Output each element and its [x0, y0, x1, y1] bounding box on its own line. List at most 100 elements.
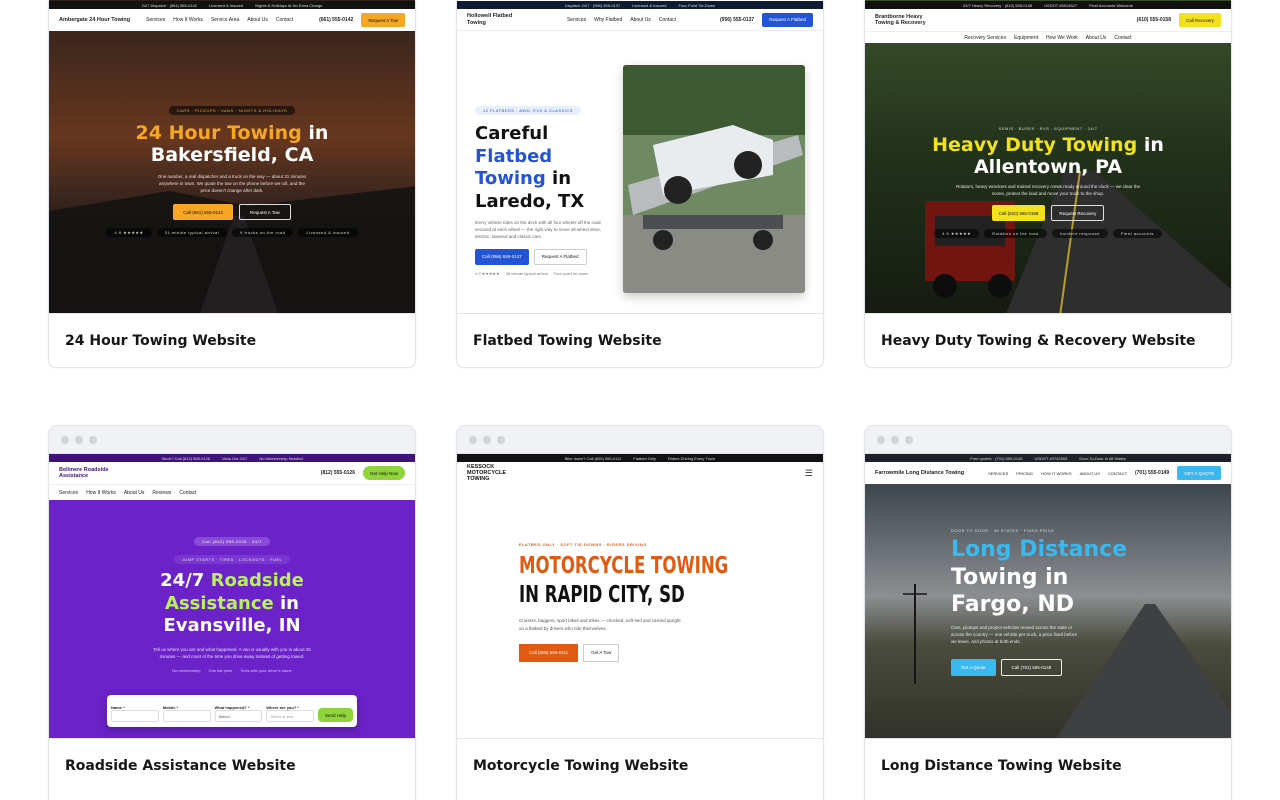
get-tow-button[interactable]: Get A Tow [583, 643, 620, 662]
phone-number[interactable]: (956) 555-0137 [720, 17, 754, 23]
topbar-item: 24/7 Dispatch · (661) 555-0142 [141, 2, 197, 8]
site-logo: Bellmere Roadside Assistance [59, 466, 109, 479]
name-field[interactable] [111, 710, 159, 722]
card-title[interactable]: Motorcycle Towing Website [457, 738, 823, 792]
hero-body: Cars, pickups and project vehicles moved… [951, 624, 1078, 644]
phone-number[interactable]: (661) 555-0142 [319, 17, 353, 23]
nav-item[interactable]: How We Work [1046, 35, 1078, 41]
headline-text: in [1143, 134, 1164, 156]
template-card-long-distance-towing[interactable]: Free quotes · (701) 555-0149 USDOT #3742… [864, 425, 1232, 800]
card-title[interactable]: 24 Hour Towing Website [49, 313, 415, 367]
topbar-item: Licensed & Insured [632, 2, 667, 8]
nav-item[interactable]: CONTACT [1108, 471, 1127, 476]
nav-item[interactable]: Why Flatbed [594, 17, 622, 23]
request-recovery-button[interactable]: Request Recovery [1051, 205, 1105, 222]
phone-number[interactable]: (701) 555-0149 [1135, 470, 1169, 476]
topbar-item: No Membership Needed [259, 455, 303, 461]
headline-text: in [279, 592, 299, 614]
call-button[interactable]: Call (610) 555-0158 [991, 205, 1046, 222]
headline-accent: MOTORCYCLE TOWING [519, 553, 729, 579]
nav-item[interactable]: Services [146, 17, 165, 23]
hero-pill: 12 FLATBEDS · AWD, EVS & CLASSICS [475, 106, 581, 115]
topbar-item: Four-Point Tie-Down [678, 2, 716, 8]
topbar-item: Bike down? Call (605) 555-0111 [564, 455, 622, 461]
hero-eyebrow: FLATBED ONLY · SOFT TIE-DOWNS · RIDERS D… [519, 542, 647, 547]
get-help-button[interactable]: Get Help Now [362, 466, 405, 480]
card-title[interactable]: Flatbed Towing Website [457, 313, 823, 367]
nav-item[interactable]: About Us [1086, 35, 1107, 41]
hero-pill: JUMP STARTS · TIRES · LOCKOUTS · FUEL [173, 555, 291, 564]
phone-number[interactable]: (812) 555-0126 [321, 470, 355, 476]
hero-eyebrow: DOOR TO DOOR · 48 STATES · FIXED PRICE [951, 528, 1055, 533]
nav-item[interactable]: Service Area [211, 17, 239, 23]
nav-item[interactable]: How It Works [86, 490, 116, 496]
stat-badge: Fleet accounts [1112, 229, 1162, 239]
get-quote-button[interactable]: GET A QUOTE [1177, 466, 1222, 480]
stat-badge: 31 minute typical arrival [156, 228, 228, 238]
request-flatbed-button[interactable]: Request A Flatbed [762, 12, 813, 27]
request-tow-button[interactable]: Request A Tow [361, 13, 405, 27]
card-title[interactable]: Heavy Duty Towing & Recovery Website [865, 313, 1231, 367]
headline-accent: Roadside [210, 570, 304, 591]
template-card-motorcycle-towing[interactable]: Bike down? Call (605) 555-0111 Flatbed O… [456, 425, 824, 800]
stat-badge: 9 trucks on the road [232, 228, 294, 238]
request-tow-secondary-button[interactable]: Request A Tow [239, 204, 291, 221]
hero-body: Tell us where you are and what happened.… [153, 646, 311, 659]
stat-text: Four-point tie-down [553, 270, 589, 276]
nav-item[interactable]: HOW IT WORKS [1041, 471, 1072, 476]
menu-icon[interactable]: ☰ [805, 468, 813, 479]
template-card-roadside-assistance[interactable]: Stuck? Call (812) 555-0126 Vans Out 24/7… [48, 425, 416, 800]
what-happened-select[interactable]: Select... [214, 710, 263, 722]
nav-item[interactable]: ABOUT US [1080, 471, 1100, 476]
stat-text: Texts with your driver's name [240, 667, 292, 673]
nav-item[interactable]: PRICING [1016, 471, 1033, 476]
topbar-item: Licensed & Insured [208, 2, 244, 8]
topbar-item: Fleet Accounts Welcome [1089, 2, 1133, 8]
nav-item[interactable]: Contact [1114, 35, 1131, 41]
nav-item[interactable]: Contact [179, 490, 196, 496]
phone-number[interactable]: (610) 555-0158 [1137, 17, 1171, 23]
call-recovery-button[interactable]: Call Recovery [1178, 13, 1221, 27]
nav-item[interactable]: Services [567, 17, 586, 23]
nav-item[interactable]: Equipment [1014, 35, 1038, 41]
headline-accent: Flatbed [475, 145, 553, 167]
nav-item[interactable]: Reviews [152, 490, 171, 496]
location-field[interactable]: Street or exit [266, 710, 314, 722]
nav-item[interactable]: Contact [276, 17, 293, 23]
request-flatbed-secondary-button[interactable]: Request A Flatbed [533, 248, 587, 265]
template-card-heavy-duty-towing[interactable]: 24/7 Heavy Recovery · (610) 555-0158 USD… [864, 0, 1232, 368]
window-dot-icon [469, 435, 477, 444]
nav-item[interactable]: About Us [630, 17, 651, 23]
call-button[interactable]: Call (956) 555-0137 [475, 248, 529, 265]
nav-item[interactable]: About Us [247, 17, 268, 23]
template-card-24-hour-towing[interactable]: 24/7 Dispatch · (661) 555-0142 Licensed … [48, 0, 416, 368]
nav-item[interactable]: SERVICES [988, 471, 1008, 476]
topbar-item: Dispatch 24/7 · (956) 555-0137 [564, 2, 621, 8]
hero-pill: SEMIS · BUSES · RVS · EQUIPMENT · 24/7 [998, 126, 1098, 131]
quote-button[interactable]: Get A Quote [951, 659, 996, 677]
headline-city: Bakersfield, CA [150, 143, 314, 166]
window-dot-icon [891, 435, 899, 444]
nav-item[interactable]: How It Works [173, 17, 203, 23]
headline-accent: Long Distance [951, 537, 1128, 562]
nav-item[interactable]: Recovery Services [964, 35, 1006, 41]
site-logo: Hollowell Flatbed Towing [467, 13, 513, 26]
site-logo: Farrowmile Long Distance Towing [875, 469, 965, 476]
call-button[interactable]: Call (701) 555-0149 [1000, 659, 1063, 677]
nav-item[interactable]: Contact [659, 17, 676, 23]
mobile-field[interactable] [162, 710, 211, 722]
send-help-button[interactable]: Send Help [318, 708, 354, 722]
card-title[interactable]: Long Distance Towing Website [865, 738, 1231, 792]
stat-text: 38 minute typical arrival [505, 270, 548, 276]
rating: 4.9 ★★★★★ [475, 270, 500, 276]
headline-city: Fargo, ND [951, 592, 1074, 617]
template-card-flatbed-towing[interactable]: Dispatch 24/7 · (956) 555-0137 Licensed … [456, 0, 824, 368]
call-button[interactable]: Call (605) 555-0111 [519, 643, 579, 662]
topbar-item: 24/7 Heavy Recovery · (610) 555-0158 [963, 2, 1033, 8]
nav-item[interactable]: Services [59, 490, 78, 496]
rating-badge: 4.8 ★★★★★ [106, 228, 152, 238]
call-button[interactable]: Call (661) 555-0142 [173, 204, 234, 221]
card-title[interactable]: Roadside Assistance Website [49, 738, 415, 792]
nav-item[interactable]: About Us [124, 490, 145, 496]
headline-city: Allentown, PA [973, 155, 1123, 178]
